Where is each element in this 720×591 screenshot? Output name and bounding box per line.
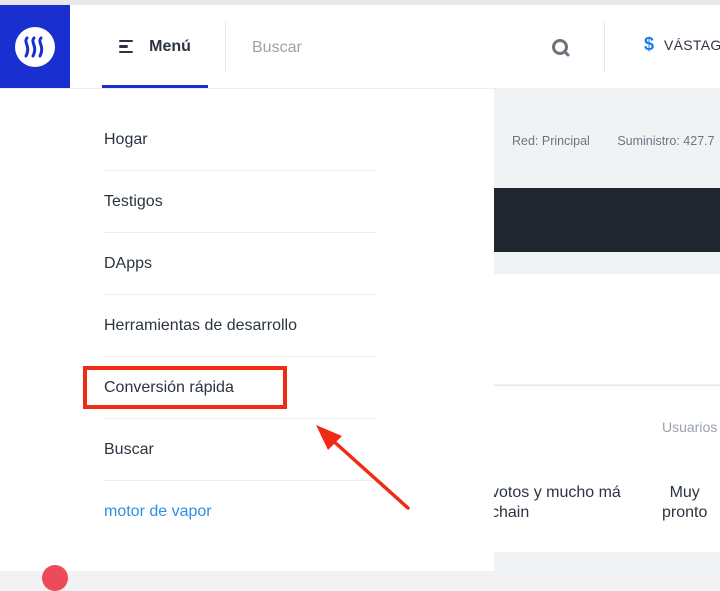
steem-logo-icon (15, 26, 55, 67)
currency-label: VÁSTAGO (664, 36, 720, 53)
menu-item-herramientas[interactable]: Herramientas de desarrollo (104, 295, 376, 357)
header-divider (225, 21, 226, 73)
header-divider (604, 21, 605, 73)
main-content: Red: Principal Suministro: 427.7 Usuario… (491, 89, 720, 571)
notification-dot (42, 565, 68, 591)
menu-item-hogar[interactable]: Hogar (104, 109, 376, 171)
search-icon[interactable] (551, 38, 571, 58)
feature-status: Muy pronto (662, 484, 708, 521)
top-navbar: Menú $ VÁSTAGO (0, 5, 720, 89)
menu-label: Menú (149, 37, 191, 55)
hamburger-menu-icon (119, 39, 137, 54)
side-menu-panel: Hogar Testigos DApps Herramientas de des… (0, 89, 494, 571)
feature-description: votos y mucho má chain (491, 484, 621, 521)
network-label: Red: Principal (512, 134, 590, 148)
content-card (494, 274, 720, 384)
column-header-users: Usuarios (662, 419, 718, 435)
menu-item-motor-de-vapor[interactable]: motor de vapor (104, 481, 376, 542)
menu-active-indicator (102, 85, 208, 88)
network-info-bar: Red: Principal Suministro: 427.7 (512, 134, 720, 148)
annotation-highlight-box (83, 366, 287, 409)
supply-label: Suministro: 427.7 (617, 134, 715, 148)
dollar-icon: $ (644, 34, 655, 54)
menu-item-testigos[interactable]: Testigos (104, 171, 376, 233)
menu-item-dapps[interactable]: DApps (104, 233, 376, 295)
hero-banner (494, 188, 720, 252)
menu-button[interactable]: Menú (102, 5, 208, 88)
menu-item-buscar[interactable]: Buscar (104, 419, 376, 481)
side-menu-list: Hogar Testigos DApps Herramientas de des… (104, 109, 376, 542)
logo[interactable] (0, 5, 70, 88)
feature-table (494, 385, 720, 552)
search-input[interactable] (250, 30, 514, 66)
currency-selector[interactable]: $ VÁSTAGO (644, 34, 720, 55)
